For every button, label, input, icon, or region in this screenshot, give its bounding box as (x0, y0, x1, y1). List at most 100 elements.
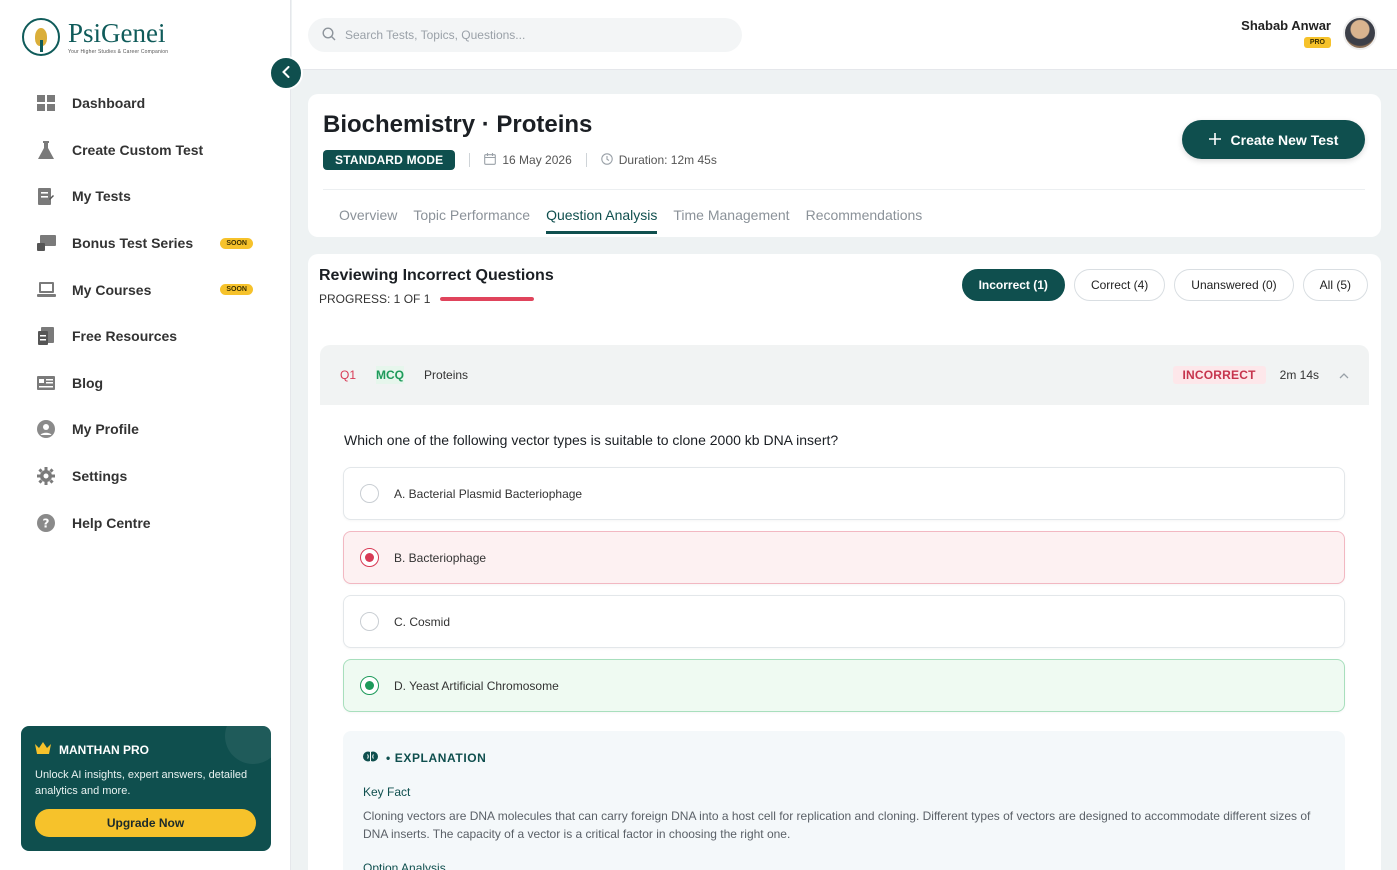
option-analysis-label: Option Analysis (363, 861, 446, 870)
create-new-test-button[interactable]: Create New Test (1182, 120, 1365, 159)
sidebar-item-bonus-test-series[interactable]: Bonus Test Series SOON (36, 220, 266, 267)
sidebar-item-settings[interactable]: Settings (36, 453, 266, 500)
sidebar-item-my-courses[interactable]: My Courses SOON (36, 266, 266, 313)
brand-name: PsiGenei (68, 18, 166, 48)
sidebar-item-label: Dashboard (72, 95, 146, 112)
filter-correct[interactable]: Correct (4) (1073, 269, 1166, 301)
divider (469, 153, 471, 167)
topbar: Shabab Anwar PRO (292, 0, 1397, 70)
chevron-up-icon[interactable] (1339, 368, 1349, 382)
pro-badge: PRO (1303, 37, 1331, 48)
mode-badge: STANDARD MODE (323, 150, 456, 170)
radio-button[interactable] (360, 676, 379, 695)
tab-question-analysis[interactable]: Question Analysis (546, 207, 658, 234)
option-label: C. Cosmid (394, 614, 451, 629)
pro-promo-card: MANTHAN PRO Unlock AI insights, expert a… (21, 726, 271, 851)
sidebar-item-label: My Profile (72, 421, 139, 438)
question-number: Q1 (340, 368, 357, 382)
tab-topic-performance[interactable]: Topic Performance (413, 207, 530, 234)
question-header[interactable]: Q1 MCQ Proteins INCORRECT 2m 14s (320, 345, 1369, 405)
explanation-title: • EXPLANATION (386, 751, 487, 765)
progress-bar (440, 297, 535, 301)
sidebar-item-blog[interactable]: Blog (36, 360, 266, 407)
sidebar-item-label: Create Custom Test (72, 141, 204, 158)
question-type-badge: MCQ (376, 366, 405, 384)
user-icon (36, 419, 56, 439)
option-c[interactable]: C. Cosmid (343, 595, 1345, 648)
screen-icon (36, 233, 56, 253)
radio-button[interactable] (360, 484, 379, 503)
sidebar-item-help-centre[interactable]: ? Help Centre (36, 499, 266, 546)
sidebar-item-label: My Courses (72, 281, 152, 298)
plus-icon (1208, 132, 1221, 148)
soon-badge: SOON (220, 237, 253, 249)
review-progress: PROGRESS: 1 OF 1 (319, 292, 535, 306)
option-b[interactable]: B. Bacteriophage (343, 531, 1345, 584)
explanation-panel: • EXPLANATION Key Fact Cloning vectors a… (343, 731, 1345, 870)
avatar[interactable] (1343, 16, 1377, 50)
option-label: A. Bacterial Plasmid Bacteriophage (394, 486, 583, 501)
search-input[interactable] (345, 28, 725, 42)
crown-icon (35, 742, 51, 757)
key-fact-label: Key Fact (363, 785, 411, 799)
promo-description: Unlock AI insights, expert answers, deta… (35, 769, 248, 797)
svg-text:?: ? (43, 516, 50, 530)
user-menu[interactable]: Shabab Anwar PRO (1241, 16, 1377, 50)
review-title: Reviewing Incorrect Questions (319, 267, 554, 284)
sidebar-item-label: Settings (72, 468, 128, 485)
option-label: D. Yeast Artificial Chromosome (394, 678, 559, 693)
key-fact-text: Cloning vectors are DNA molecules that c… (363, 809, 1311, 841)
brand-tagline: Your Higher Studies & Career Companion (68, 49, 169, 55)
question-panel: Q1 MCQ Proteins INCORRECT 2m 14s Which o… (320, 345, 1369, 870)
test-duration: Duration: 12m 45s (618, 153, 717, 167)
divider (323, 189, 1365, 190)
filter-incorrect[interactable]: Incorrect (1) (961, 269, 1065, 301)
option-d[interactable]: D. Yeast Artificial Chromosome (343, 659, 1345, 712)
brain-icon (363, 749, 378, 767)
tab-overview[interactable]: Overview (339, 207, 397, 234)
sidebar-item-label: Blog (72, 374, 104, 391)
blog-icon (36, 373, 56, 393)
option-label: B. Bacteriophage (394, 550, 487, 565)
test-header-card: Biochemistry · Proteins STANDARD MODE 16… (308, 94, 1381, 237)
collapse-sidebar-button[interactable] (269, 56, 303, 90)
radio-button[interactable] (360, 612, 379, 631)
filter-all[interactable]: All (5) (1302, 269, 1368, 301)
sidebar-nav: Dashboard Create Custom Test My Tests Bo… (36, 80, 266, 546)
page-title: Biochemistry · Proteins (323, 111, 593, 138)
option-a[interactable]: A. Bacterial Plasmid Bacteriophage (343, 467, 1345, 520)
sidebar: PsiGenei Your Higher Studies & Career Co… (0, 0, 291, 870)
analysis-tabs: Overview Topic Performance Question Anal… (339, 207, 922, 234)
grid-icon (36, 93, 56, 113)
status-badge: INCORRECT (1172, 366, 1266, 384)
soon-badge: SOON (220, 284, 253, 296)
calendar-icon (484, 152, 497, 168)
chevron-left-icon (282, 65, 290, 81)
question-time: 2m 14s (1279, 368, 1319, 382)
test-meta: STANDARD MODE 16 May 2026 Duration: 12m … (323, 150, 717, 170)
document-icon (36, 326, 56, 346)
help-icon: ? (36, 513, 56, 533)
sidebar-item-create-custom-test[interactable]: Create Custom Test (36, 127, 266, 174)
create-new-test-label: Create New Test (1230, 131, 1339, 148)
progress-text: PROGRESS: 1 OF 1 (319, 292, 431, 306)
sidebar-item-my-tests[interactable]: My Tests (36, 173, 266, 220)
test-date: 16 May 2026 (502, 153, 572, 167)
logo-icon (22, 18, 60, 56)
flask-icon (36, 140, 56, 160)
progress-fill (440, 297, 535, 301)
clock-icon (601, 152, 613, 168)
filter-unanswered[interactable]: Unanswered (0) (1174, 269, 1294, 301)
sidebar-item-my-profile[interactable]: My Profile (36, 406, 266, 453)
tab-recommendations[interactable]: Recommendations (806, 207, 923, 234)
radio-button[interactable] (360, 548, 379, 567)
sidebar-item-free-resources[interactable]: Free Resources (36, 313, 266, 360)
clipboard-icon (36, 186, 56, 206)
divider (585, 153, 587, 167)
search-bar[interactable] (308, 18, 742, 52)
sidebar-item-label: My Tests (72, 188, 131, 205)
upgrade-now-button[interactable]: Upgrade Now (35, 809, 256, 837)
brand-logo[interactable]: PsiGenei Your Higher Studies & Career Co… (22, 18, 168, 56)
tab-time-management[interactable]: Time Management (673, 207, 789, 234)
sidebar-item-dashboard[interactable]: Dashboard (36, 80, 266, 127)
